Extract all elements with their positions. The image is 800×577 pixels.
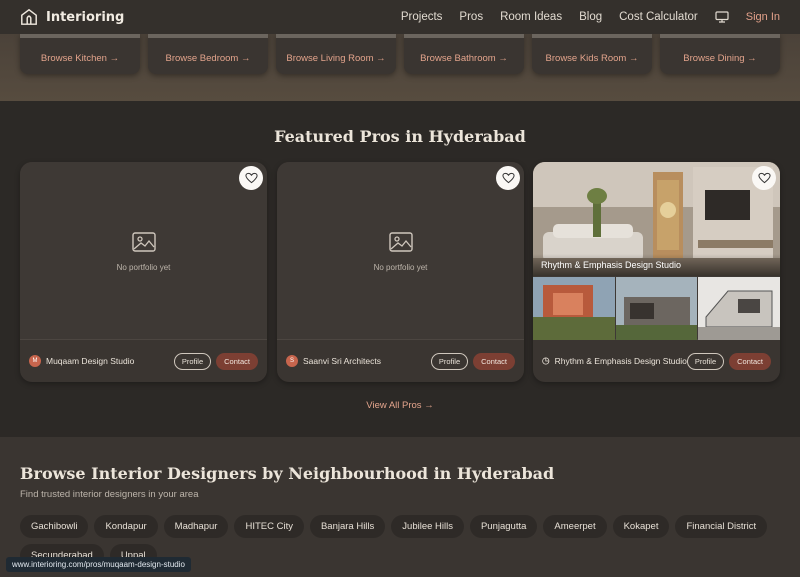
browse-kitchen-card[interactable]: Browse Kitchen → [20,34,140,74]
pro-card-footer: M Muqaam Design Studio Profile Contact [20,340,267,382]
chip-gachibowli[interactable]: Gachibowli [20,515,89,538]
no-portfolio-text: No portfolio yet [373,263,428,272]
chip-kondapur[interactable]: Kondapur [94,515,158,538]
portfolio-thumb[interactable] [698,277,780,340]
portfolio-thumb[interactable] [615,277,698,340]
browse-bathroom-link[interactable]: Browse Bathroom → [404,53,524,64]
contact-button[interactable]: Contact [473,352,515,370]
browse-bedroom-card[interactable]: Browse Bedroom → [148,34,268,74]
browse-kids-room-card[interactable]: Browse Kids Room → [532,34,652,74]
pro-card-saanvi[interactable]: No portfolio yet S Saanvi Sri Architects… [277,162,524,382]
heart-icon [501,172,515,184]
favorite-button[interactable] [239,166,263,190]
no-portfolio-text: No portfolio yet [116,263,171,272]
nav-projects[interactable]: Projects [401,11,443,23]
portfolio-thumb[interactable] [533,277,615,340]
browse-bedroom-link[interactable]: Browse Bedroom → [148,53,268,64]
chip-kokapet[interactable]: Kokapet [612,515,670,538]
browse-bathroom-card[interactable]: Browse Bathroom → [404,34,524,74]
portfolio-placeholder: No portfolio yet [20,162,267,340]
status-bar-url: www.interioring.com/pros/muqaam-design-s… [6,557,191,572]
main-nav: Projects Pros Room Ideas Blog Cost Calcu… [401,11,780,23]
thumb-modern-house [615,277,698,340]
chip-jubilee-hills[interactable]: Jubilee Hills [391,515,464,538]
chip-ameerpet[interactable]: Ameerpet [543,515,607,538]
chip-banjara-hills[interactable]: Banjara Hills [309,515,386,538]
featured-pros-title: Featured Pros in Hyderabad [274,127,526,146]
browse-kids-room-link[interactable]: Browse Kids Room → [532,53,652,64]
browse-dining-link[interactable]: Browse Dining → [660,53,780,64]
heart-icon [244,172,258,184]
profile-button[interactable]: Profile [430,352,469,370]
browse-living-room-card[interactable]: Browse Living Room → [276,34,396,74]
image-placeholder-icon [388,232,413,252]
neighbourhood-title: Browse Interior Designers by Neighbourho… [20,464,555,483]
nav-pros[interactable]: Pros [459,11,483,23]
pro-card-footer: S Saanvi Sri Architects Profile Contact [277,340,524,382]
chip-madhapur[interactable]: Madhapur [163,515,229,538]
portfolio-placeholder: No portfolio yet [277,162,524,340]
studio-logo-icon [542,357,550,365]
pro-card-muqaam[interactable]: No portfolio yet M Muqaam Design Studio … [20,162,267,382]
thumb-sketch-house [698,277,780,340]
nav-cost-calculator[interactable]: Cost Calculator [619,11,698,23]
brand-name: Interioring [46,9,125,25]
heart-icon [757,172,771,184]
browse-living-room-link[interactable]: Browse Living Room → [276,53,396,64]
chip-financial-district[interactable]: Financial District [675,515,768,538]
home-logo-icon [21,8,37,25]
browse-dining-card[interactable]: Browse Dining → [660,34,780,74]
pro-card-footer: Rhythm & Emphasis Design Studio Profile … [533,340,780,382]
favorite-button[interactable] [752,166,776,190]
nav-room-ideas[interactable]: Room Ideas [500,11,562,23]
portfolio-main-photo[interactable]: Rhythm & Emphasis Design Studio [533,162,780,276]
avatar: M [29,355,41,367]
pro-name[interactable]: Saanvi Sri Architects [303,356,431,366]
pro-card-rhythm-emphasis[interactable]: Rhythm & Emphasis Design Studio Rhythm &… [533,162,780,382]
neighbourhood-section: Browse Interior Designers by Neighbourho… [0,437,800,577]
brand-logo[interactable]: Interioring [20,8,124,26]
contact-button[interactable]: Contact [216,352,258,370]
favorite-button[interactable] [496,166,520,190]
avatar: S [286,355,298,367]
photo-caption-bar: Rhythm & Emphasis Design Studio [533,254,780,276]
monitor-icon[interactable] [715,11,729,23]
chip-hitec-city[interactable]: HITEC City [234,515,304,538]
photo-caption: Rhythm & Emphasis Design Studio [541,260,682,270]
chip-punjagutta[interactable]: Punjagutta [469,515,538,538]
nav-blog[interactable]: Blog [579,11,602,23]
portfolio-thumbnails [533,277,780,340]
browse-rooms-band: Browse Kitchen → Browse Bedroom → Browse… [0,34,800,101]
profile-button[interactable]: Profile [686,352,725,370]
pro-name[interactable]: Muqaam Design Studio [46,356,174,366]
browse-kitchen-link[interactable]: Browse Kitchen → [20,53,140,64]
top-nav-bar: Interioring Projects Pros Room Ideas Blo… [0,0,800,34]
view-all-pros-link[interactable]: View All Pros → [0,400,800,411]
sign-in-link[interactable]: Sign In [746,11,780,23]
neighbourhood-subtitle: Find trusted interior designers in your … [20,489,199,500]
portfolio-gallery: Rhythm & Emphasis Design Studio [533,162,780,340]
contact-button[interactable]: Contact [729,352,771,370]
profile-button[interactable]: Profile [173,352,212,370]
thumb-brick-facade [533,277,615,340]
pro-name[interactable]: Rhythm & Emphasis Design Studio [555,356,687,366]
image-placeholder-icon [131,232,156,252]
